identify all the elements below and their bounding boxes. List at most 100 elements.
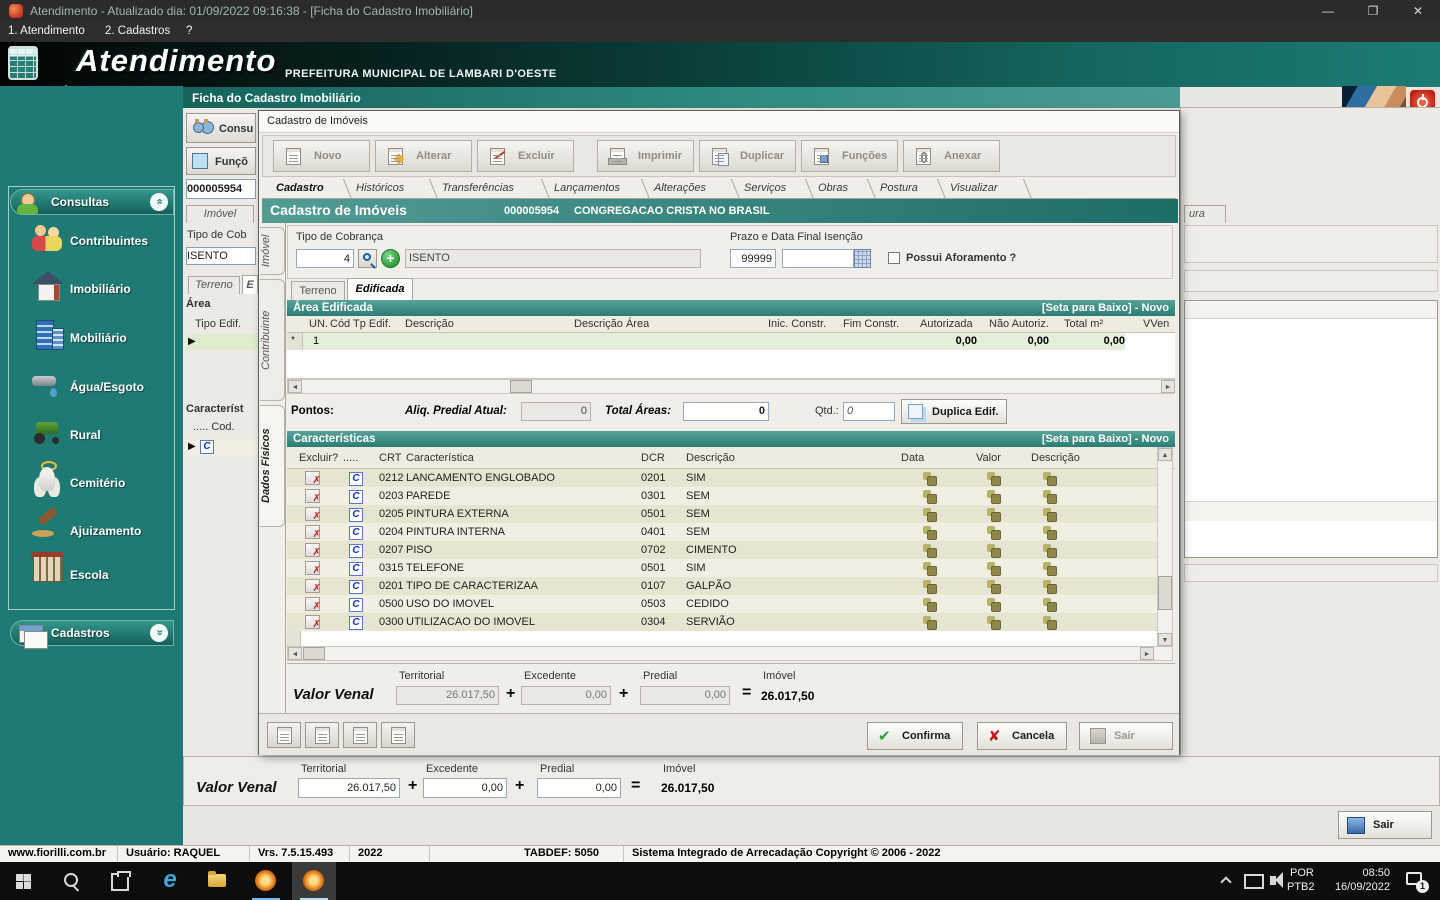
chevron-down-icon[interactable]: »	[150, 624, 168, 642]
data-picker-icon[interactable]	[923, 490, 935, 502]
c-badge[interactable]: C	[349, 544, 363, 558]
anexar-button[interactable]: Anexar	[903, 140, 1000, 172]
side-tab-contribuinte[interactable]: Contribuinte	[260, 279, 285, 401]
bg-isento-field[interactable]: ISENTO	[186, 247, 256, 265]
tab-alteracoes[interactable]: Alterações	[646, 179, 736, 199]
descricao-picker-icon[interactable]	[1043, 508, 1055, 520]
c-badge[interactable]: C	[349, 490, 363, 504]
c-badge[interactable]: C	[349, 616, 363, 630]
tab-lancamentos[interactable]: Lançamentos	[546, 179, 646, 199]
descricao-picker-icon[interactable]	[1043, 526, 1055, 538]
menu-cadastros[interactable]: 2. Cadastros	[105, 25, 170, 37]
caract-row-8[interactable]: ✗ C 0500 USO DO IMOVEL 0503 CEDIDO	[287, 595, 1157, 613]
caract-hscroll-thumb[interactable]	[303, 647, 325, 660]
rural-icon[interactable]	[30, 416, 66, 448]
nav-next-button[interactable]	[343, 722, 377, 748]
taskbar-search-button[interactable]	[50, 862, 94, 900]
data-picker-icon[interactable]	[923, 616, 935, 628]
sidebar-item-rural[interactable]: Rural	[70, 428, 101, 442]
sidebar-item-escola[interactable]: Escola	[70, 568, 109, 582]
caract-vscrollbar[interactable]: ▲ ▼	[1157, 447, 1173, 646]
subtab-terreno[interactable]: Terreno	[291, 281, 345, 300]
data-picker-icon[interactable]	[923, 580, 935, 592]
bg-consulta-button[interactable]: Consu	[186, 113, 256, 143]
bg-predial-field[interactable]: 0,00	[537, 778, 621, 798]
valor-picker-icon[interactable]	[987, 544, 999, 556]
side-tab-dados-fisicos[interactable]: Dados Físicos	[260, 405, 285, 527]
sair-button[interactable]: Sair	[1079, 722, 1173, 750]
sidebar-item-mobiliario[interactable]: Mobiliário	[70, 331, 127, 345]
agua-esgoto-icon[interactable]	[30, 368, 66, 400]
valor-picker-icon[interactable]	[987, 616, 999, 628]
valor-picker-icon[interactable]	[987, 598, 999, 610]
delete-row-icon[interactable]: ✗	[305, 471, 320, 485]
caract-vscroll-thumb[interactable]	[1158, 576, 1172, 610]
valor-picker-icon[interactable]	[987, 526, 999, 538]
imprimir-button[interactable]: Imprimir	[597, 140, 694, 172]
nav-last-button[interactable]	[381, 722, 415, 748]
caract-row-7[interactable]: ✗ C 0201 TIPO DE CARACTERIZAA 0107 GALPÃ…	[287, 577, 1157, 595]
caract-row-3[interactable]: ✗ C 0205 PINTURA EXTERNA 0501 SEM	[287, 505, 1157, 523]
excluir-button[interactable]: Excluir	[477, 140, 574, 172]
caract-vscroll-down-icon[interactable]: ▼	[1158, 633, 1172, 646]
bg-tab-edificada-partial[interactable]: E	[242, 275, 258, 294]
fiorilli-app-2-icon[interactable]	[292, 862, 336, 900]
caract-hscrollbar[interactable]: ◄ ►	[287, 646, 1173, 661]
c-badge[interactable]: C	[349, 598, 363, 612]
caract-vscroll-up-icon[interactable]: ▲	[1158, 448, 1172, 461]
bg-tab-terreno[interactable]: Terreno	[188, 276, 240, 294]
fiorilli-app-1-icon[interactable]	[244, 862, 288, 900]
notification-center-button[interactable]: 1	[1396, 862, 1440, 900]
tab-transferencias[interactable]: Transferências	[434, 179, 546, 199]
sidebar-section-cadastros[interactable]: Cadastros »	[10, 620, 174, 646]
minimize-button[interactable]: —	[1306, 0, 1350, 22]
valor-picker-icon[interactable]	[987, 472, 999, 484]
confirma-button[interactable]: ✔ Confirma	[867, 722, 963, 750]
descricao-picker-icon[interactable]	[1043, 580, 1055, 592]
alterar-button[interactable]: Alterar	[375, 140, 472, 172]
caract-row-9[interactable]: ✗ C 0300 UTILIZACAO DO IMOVEL 0304 SERVI…	[287, 613, 1157, 631]
menu-atendimento[interactable]: 1. Atendimento	[8, 25, 85, 37]
c-badge[interactable]: C	[349, 508, 363, 522]
clock[interactable]: 08:50 16/09/2022	[1322, 862, 1394, 900]
caract-row-4[interactable]: ✗ C 0204 PINTURA INTERNA 0401 SEM	[287, 523, 1157, 541]
bg-area-row[interactable]: ▶	[186, 334, 258, 350]
descricao-picker-icon[interactable]	[1043, 562, 1055, 574]
delete-row-icon[interactable]: ✗	[305, 597, 320, 611]
caract-row-6[interactable]: ✗ C 0315 TELEFONE 0501 SIM	[287, 559, 1157, 577]
tab-postura[interactable]: Postura	[872, 179, 942, 199]
menu-help[interactable]: ?	[186, 25, 192, 37]
tab-visualizar[interactable]: Visualizar	[942, 179, 1028, 199]
area-hscroll-right-icon[interactable]: ►	[1161, 380, 1175, 393]
area-hscroll-left-icon[interactable]: ◄	[288, 380, 302, 393]
descricao-picker-icon[interactable]	[1043, 616, 1055, 628]
bg-territorial-field[interactable]: 26.017,50	[298, 778, 400, 798]
mobiliario-icon[interactable]	[30, 319, 66, 351]
area-row[interactable]: 1 0,00 0,00 0,00	[303, 333, 1125, 350]
side-tab-imovel[interactable]: Imóvel	[260, 227, 285, 275]
maximize-button[interactable]: ❐	[1351, 0, 1395, 22]
delete-row-icon[interactable]: ✗	[305, 579, 320, 593]
sidebar-section-consultas[interactable]: Consultas «	[10, 189, 174, 215]
contribuintes-icon[interactable]	[30, 223, 66, 255]
valor-picker-icon[interactable]	[987, 562, 999, 574]
ajuizamento-icon[interactable]	[30, 510, 66, 542]
bg-code-field[interactable]: 000005954	[186, 179, 256, 199]
tab-obras[interactable]: Obras	[810, 179, 872, 199]
bg-tab-imovel[interactable]: Imóvel	[186, 205, 254, 223]
aforamento-checkbox[interactable]	[888, 252, 900, 264]
search-cobranca-button[interactable]	[358, 249, 377, 268]
subtab-edificada[interactable]: Edificada	[347, 278, 413, 300]
delete-row-icon[interactable]: ✗	[305, 543, 320, 557]
caract-row-2[interactable]: ✗ C 0203 PAREDE 0301 SEM	[287, 487, 1157, 505]
bg-caract-row[interactable]: ▶ C	[186, 439, 258, 455]
caract-hscroll-left-icon[interactable]: ◄	[288, 647, 302, 660]
sidebar-item-contribuintes[interactable]: Contribuintes	[70, 234, 148, 248]
data-final-input[interactable]	[782, 249, 854, 268]
data-picker-icon[interactable]	[923, 544, 935, 556]
novo-button[interactable]: Novo	[273, 140, 370, 172]
descricao-picker-icon[interactable]	[1043, 598, 1055, 610]
cancela-button[interactable]: ✘ Cancela	[977, 722, 1067, 750]
internet-explorer-icon[interactable]: e	[148, 862, 192, 900]
caract-row-1[interactable]: ✗ C 0212 LANCAMENTO ENGLOBADO 0201 SIM	[287, 469, 1157, 487]
